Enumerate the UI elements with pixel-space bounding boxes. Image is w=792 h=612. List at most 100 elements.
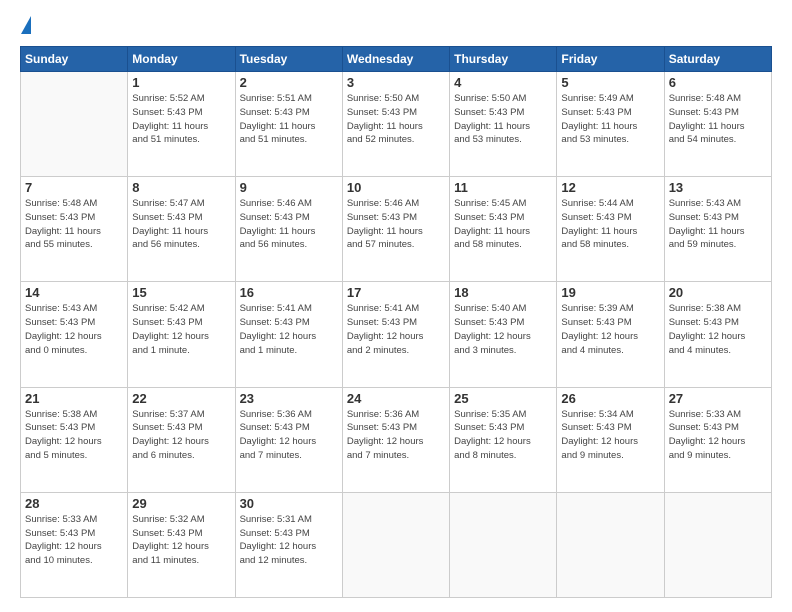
day-number: 15 bbox=[132, 285, 230, 300]
calendar-cell: 22 Sunrise: 5:37 AM Sunset: 5:43 PM Dayli… bbox=[128, 387, 235, 492]
logo-triangle-icon bbox=[21, 16, 31, 34]
day-info: Sunrise: 5:50 AM Sunset: 5:43 PM Dayligh… bbox=[454, 92, 552, 147]
day-number: 10 bbox=[347, 180, 445, 195]
day-info: Sunrise: 5:42 AM Sunset: 5:43 PM Dayligh… bbox=[132, 302, 230, 357]
calendar-cell: 12 Sunrise: 5:44 AM Sunset: 5:43 PM Dayli… bbox=[557, 177, 664, 282]
day-info: Sunrise: 5:36 AM Sunset: 5:43 PM Dayligh… bbox=[347, 408, 445, 463]
calendar-cell: 24 Sunrise: 5:36 AM Sunset: 5:43 PM Dayli… bbox=[342, 387, 449, 492]
calendar-day-header: Tuesday bbox=[235, 47, 342, 72]
day-number: 19 bbox=[561, 285, 659, 300]
day-info: Sunrise: 5:51 AM Sunset: 5:43 PM Dayligh… bbox=[240, 92, 338, 147]
calendar-day-header: Saturday bbox=[664, 47, 771, 72]
calendar-cell: 29 Sunrise: 5:32 AM Sunset: 5:43 PM Dayli… bbox=[128, 492, 235, 597]
day-info: Sunrise: 5:49 AM Sunset: 5:43 PM Dayligh… bbox=[561, 92, 659, 147]
day-info: Sunrise: 5:32 AM Sunset: 5:43 PM Dayligh… bbox=[132, 513, 230, 568]
logo bbox=[20, 18, 31, 36]
day-info: Sunrise: 5:43 AM Sunset: 5:43 PM Dayligh… bbox=[669, 197, 767, 252]
calendar-day-header: Thursday bbox=[450, 47, 557, 72]
day-number: 18 bbox=[454, 285, 552, 300]
day-info: Sunrise: 5:45 AM Sunset: 5:43 PM Dayligh… bbox=[454, 197, 552, 252]
calendar-day-header: Sunday bbox=[21, 47, 128, 72]
calendar-cell: 15 Sunrise: 5:42 AM Sunset: 5:43 PM Dayli… bbox=[128, 282, 235, 387]
calendar-header-row: SundayMondayTuesdayWednesdayThursdayFrid… bbox=[21, 47, 772, 72]
calendar-week-row: 7Sunrise: 5:48 AM Sunset: 5:43 PM Daylig… bbox=[21, 177, 772, 282]
page: SundayMondayTuesdayWednesdayThursdayFrid… bbox=[0, 0, 792, 612]
day-number: 4 bbox=[454, 75, 552, 90]
day-number: 25 bbox=[454, 391, 552, 406]
day-info: Sunrise: 5:39 AM Sunset: 5:43 PM Dayligh… bbox=[561, 302, 659, 357]
calendar-day-header: Monday bbox=[128, 47, 235, 72]
day-info: Sunrise: 5:43 AM Sunset: 5:43 PM Dayligh… bbox=[25, 302, 123, 357]
calendar-table: SundayMondayTuesdayWednesdayThursdayFrid… bbox=[20, 46, 772, 598]
day-number: 22 bbox=[132, 391, 230, 406]
day-info: Sunrise: 5:41 AM Sunset: 5:43 PM Dayligh… bbox=[240, 302, 338, 357]
calendar-cell: 5 Sunrise: 5:49 AM Sunset: 5:43 PM Daylig… bbox=[557, 72, 664, 177]
day-number: 27 bbox=[669, 391, 767, 406]
calendar-cell: 7Sunrise: 5:48 AM Sunset: 5:43 PM Daylig… bbox=[21, 177, 128, 282]
day-number: 1 bbox=[132, 75, 230, 90]
day-number: 14 bbox=[25, 285, 123, 300]
day-info: Sunrise: 5:47 AM Sunset: 5:43 PM Dayligh… bbox=[132, 197, 230, 252]
calendar-day-header: Wednesday bbox=[342, 47, 449, 72]
day-number: 26 bbox=[561, 391, 659, 406]
day-info: Sunrise: 5:33 AM Sunset: 5:43 PM Dayligh… bbox=[669, 408, 767, 463]
calendar-cell: 21 Sunrise: 5:38 AM Sunset: 5:43 PM Dayli… bbox=[21, 387, 128, 492]
calendar-cell bbox=[450, 492, 557, 597]
calendar-cell: 3 Sunrise: 5:50 AM Sunset: 5:43 PM Daylig… bbox=[342, 72, 449, 177]
calendar-cell: 25Sunrise: 5:35 AM Sunset: 5:43 PM Dayli… bbox=[450, 387, 557, 492]
day-number: 5 bbox=[561, 75, 659, 90]
day-info: Sunrise: 5:33 AM Sunset: 5:43 PM Dayligh… bbox=[25, 513, 123, 568]
day-info: Sunrise: 5:38 AM Sunset: 5:43 PM Dayligh… bbox=[25, 408, 123, 463]
day-info: Sunrise: 5:31 AM Sunset: 5:43 PM Dayligh… bbox=[240, 513, 338, 568]
calendar-day-header: Friday bbox=[557, 47, 664, 72]
day-number: 21 bbox=[25, 391, 123, 406]
day-info: Sunrise: 5:38 AM Sunset: 5:43 PM Dayligh… bbox=[669, 302, 767, 357]
calendar-cell: 23 Sunrise: 5:36 AM Sunset: 5:43 PM Dayli… bbox=[235, 387, 342, 492]
day-number: 12 bbox=[561, 180, 659, 195]
day-number: 13 bbox=[669, 180, 767, 195]
header bbox=[20, 18, 772, 36]
calendar-cell: 26 Sunrise: 5:34 AM Sunset: 5:43 PM Dayli… bbox=[557, 387, 664, 492]
day-info: Sunrise: 5:41 AM Sunset: 5:43 PM Dayligh… bbox=[347, 302, 445, 357]
calendar-cell: 19 Sunrise: 5:39 AM Sunset: 5:43 PM Dayli… bbox=[557, 282, 664, 387]
day-info: Sunrise: 5:46 AM Sunset: 5:43 PM Dayligh… bbox=[240, 197, 338, 252]
calendar-week-row: 14 Sunrise: 5:43 AM Sunset: 5:43 PM Dayli… bbox=[21, 282, 772, 387]
day-info: Sunrise: 5:50 AM Sunset: 5:43 PM Dayligh… bbox=[347, 92, 445, 147]
calendar-cell: 1Sunrise: 5:52 AM Sunset: 5:43 PM Daylig… bbox=[128, 72, 235, 177]
calendar-cell: 11Sunrise: 5:45 AM Sunset: 5:43 PM Dayli… bbox=[450, 177, 557, 282]
day-number: 8 bbox=[132, 180, 230, 195]
calendar-cell: 4 Sunrise: 5:50 AM Sunset: 5:43 PM Daylig… bbox=[450, 72, 557, 177]
day-number: 17 bbox=[347, 285, 445, 300]
calendar-cell: 8 Sunrise: 5:47 AM Sunset: 5:43 PM Daylig… bbox=[128, 177, 235, 282]
day-number: 3 bbox=[347, 75, 445, 90]
calendar-cell: 6 Sunrise: 5:48 AM Sunset: 5:43 PM Daylig… bbox=[664, 72, 771, 177]
day-info: Sunrise: 5:36 AM Sunset: 5:43 PM Dayligh… bbox=[240, 408, 338, 463]
day-info: Sunrise: 5:46 AM Sunset: 5:43 PM Dayligh… bbox=[347, 197, 445, 252]
day-number: 23 bbox=[240, 391, 338, 406]
day-number: 29 bbox=[132, 496, 230, 511]
day-number: 2 bbox=[240, 75, 338, 90]
calendar-cell bbox=[342, 492, 449, 597]
calendar-cell: 16 Sunrise: 5:41 AM Sunset: 5:43 PM Dayli… bbox=[235, 282, 342, 387]
day-number: 30 bbox=[240, 496, 338, 511]
day-info: Sunrise: 5:37 AM Sunset: 5:43 PM Dayligh… bbox=[132, 408, 230, 463]
day-info: Sunrise: 5:40 AM Sunset: 5:43 PM Dayligh… bbox=[454, 302, 552, 357]
day-number: 6 bbox=[669, 75, 767, 90]
calendar-week-row: 1Sunrise: 5:52 AM Sunset: 5:43 PM Daylig… bbox=[21, 72, 772, 177]
day-number: 16 bbox=[240, 285, 338, 300]
calendar-cell: 20 Sunrise: 5:38 AM Sunset: 5:43 PM Dayli… bbox=[664, 282, 771, 387]
calendar-week-row: 28Sunrise: 5:33 AM Sunset: 5:43 PM Dayli… bbox=[21, 492, 772, 597]
calendar-cell: 9 Sunrise: 5:46 AM Sunset: 5:43 PM Daylig… bbox=[235, 177, 342, 282]
day-info: Sunrise: 5:34 AM Sunset: 5:43 PM Dayligh… bbox=[561, 408, 659, 463]
calendar-cell bbox=[664, 492, 771, 597]
day-info: Sunrise: 5:48 AM Sunset: 5:43 PM Dayligh… bbox=[669, 92, 767, 147]
day-info: Sunrise: 5:48 AM Sunset: 5:43 PM Dayligh… bbox=[25, 197, 123, 252]
day-number: 24 bbox=[347, 391, 445, 406]
calendar-cell: 10 Sunrise: 5:46 AM Sunset: 5:43 PM Dayli… bbox=[342, 177, 449, 282]
day-info: Sunrise: 5:44 AM Sunset: 5:43 PM Dayligh… bbox=[561, 197, 659, 252]
calendar-cell: 28Sunrise: 5:33 AM Sunset: 5:43 PM Dayli… bbox=[21, 492, 128, 597]
day-number: 9 bbox=[240, 180, 338, 195]
calendar-week-row: 21 Sunrise: 5:38 AM Sunset: 5:43 PM Dayli… bbox=[21, 387, 772, 492]
calendar-cell: 27 Sunrise: 5:33 AM Sunset: 5:43 PM Dayli… bbox=[664, 387, 771, 492]
day-number: 20 bbox=[669, 285, 767, 300]
